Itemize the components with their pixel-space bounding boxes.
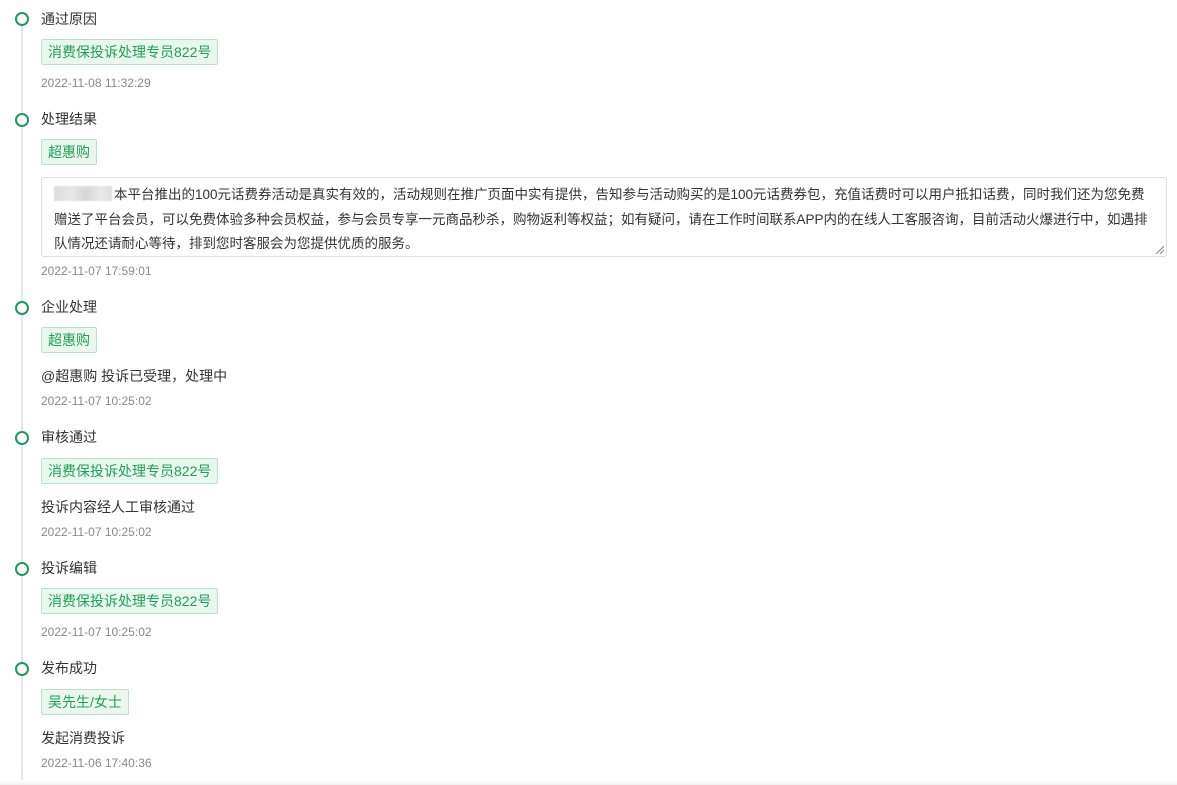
timeline-item-title: 企业处理 xyxy=(41,299,97,315)
timeline-item-desc: 发起消费投诉 xyxy=(41,730,125,746)
redacted-name xyxy=(54,186,112,201)
handler-tag: 消费保投诉处理专员822号 xyxy=(41,588,219,614)
complaint-timeline: 通过原因 消费保投诉处理专员822号 2022-11-08 11:32:29 处… xyxy=(0,0,1177,785)
timeline-item-time: 2022-11-07 10:25:02 xyxy=(41,525,152,539)
handler-tag: 消费保投诉处理专员822号 xyxy=(41,39,219,65)
timeline-item-title: 投诉编辑 xyxy=(41,560,97,576)
timeline-item-time: 2022-11-07 17:59:01 xyxy=(41,264,152,278)
timeline-item-time: 2022-11-08 11:32:29 xyxy=(41,76,151,90)
timeline-item-title: 处理结果 xyxy=(41,111,97,127)
user-tag: 吴先生/女士 xyxy=(41,689,129,715)
timeline-item-title: 发布成功 xyxy=(41,660,97,676)
timeline-item-title: 通过原因 xyxy=(41,11,97,27)
timeline-dot-icon xyxy=(15,562,29,576)
bottom-divider xyxy=(0,780,1177,785)
timeline-item-desc: 投诉内容经人工审核通过 xyxy=(41,499,195,515)
timeline-item-time: 2022-11-07 10:25:02 xyxy=(41,625,152,639)
timeline-dot-icon xyxy=(15,431,29,445)
timeline-item-time: 2022-11-06 17:40:36 xyxy=(41,756,152,770)
timeline-item-time: 2022-11-07 10:25:02 xyxy=(41,394,152,408)
resize-handle-icon[interactable] xyxy=(1156,246,1164,254)
timeline-item-desc: @超惠购 投诉已受理，处理中 xyxy=(41,368,228,384)
timeline-item-title: 审核通过 xyxy=(41,429,97,445)
result-content-text: 本平台推出的100元话费券活动是真实有效的，活动规则在推广页面中实有提供，告知参… xyxy=(54,187,1148,251)
timeline-dot-icon xyxy=(15,113,29,127)
merchant-tag: 超惠购 xyxy=(41,139,97,165)
handler-tag: 消费保投诉处理专员822号 xyxy=(41,458,219,484)
timeline-dot-icon xyxy=(15,301,29,315)
result-content-textarea[interactable]: 本平台推出的100元话费券活动是真实有效的，活动规则在推广页面中实有提供，告知参… xyxy=(41,177,1167,257)
timeline-dot-icon xyxy=(15,12,29,26)
merchant-tag: 超惠购 xyxy=(41,327,97,353)
timeline-dot-icon xyxy=(15,662,29,676)
